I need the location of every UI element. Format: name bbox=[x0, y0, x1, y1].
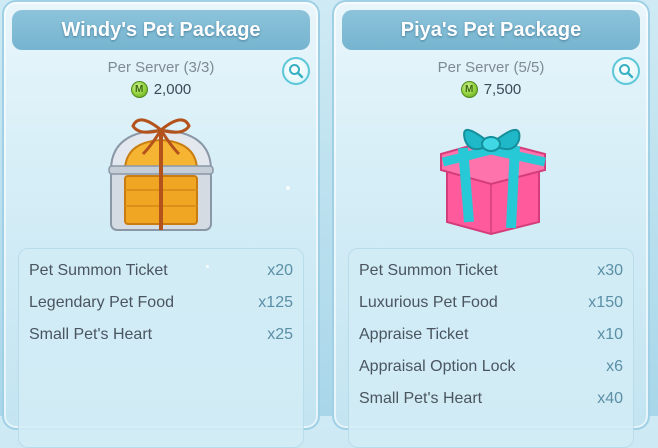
reward-list: Pet Summon Ticket x30 Luxurious Pet Food… bbox=[348, 248, 634, 448]
item-name: Small Pet's Heart bbox=[29, 326, 153, 343]
price: M 2,000 bbox=[4, 81, 318, 98]
item-qty: x40 bbox=[597, 390, 623, 407]
item-name: Legendary Pet Food bbox=[29, 294, 174, 311]
item-name: Pet Summon Ticket bbox=[29, 262, 168, 279]
item-qty: x10 bbox=[597, 326, 623, 343]
price-value: 7,500 bbox=[483, 81, 522, 98]
item-name: Luxurious Pet Food bbox=[359, 294, 498, 311]
list-item: Small Pet's Heart x40 bbox=[349, 383, 633, 415]
item-qty: x25 bbox=[267, 326, 293, 343]
list-item: Luxurious Pet Food x150 bbox=[349, 287, 633, 319]
item-qty: x6 bbox=[606, 358, 623, 375]
price-value: 2,000 bbox=[153, 81, 192, 98]
purchase-limit: Per Server (5/5) bbox=[437, 59, 545, 76]
coin-icon: M bbox=[460, 81, 478, 98]
list-item: Appraise Ticket x10 bbox=[349, 319, 633, 351]
package-title: Windy's Pet Package bbox=[12, 10, 310, 50]
item-name: Appraise Ticket bbox=[359, 326, 469, 343]
gift-box-icon bbox=[429, 110, 553, 236]
list-item: Pet Summon Ticket x30 bbox=[349, 255, 633, 287]
item-name: Pet Summon Ticket bbox=[359, 262, 498, 279]
package-card-piya[interactable]: Piya's Pet Package Per Server (5/5) M 7,… bbox=[332, 0, 650, 448]
package-title: Piya's Pet Package bbox=[342, 10, 640, 50]
item-qty: x125 bbox=[258, 294, 293, 311]
list-item: Pet Summon Ticket x20 bbox=[19, 255, 303, 287]
list-item: Appraisal Option Lock x6 bbox=[349, 351, 633, 383]
zoom-icon[interactable] bbox=[612, 57, 640, 85]
coin-icon: M bbox=[130, 81, 148, 98]
package-card-windy[interactable]: Windy's Pet Package Per Server (3/3) M 2… bbox=[2, 0, 320, 448]
price: M 7,500 bbox=[334, 81, 648, 98]
item-name: Small Pet's Heart bbox=[359, 390, 483, 407]
item-qty: x20 bbox=[267, 262, 293, 279]
sparkle-icon bbox=[206, 265, 209, 268]
sparkle-icon bbox=[286, 186, 290, 190]
treasure-chest-icon bbox=[99, 110, 223, 236]
reward-list: Pet Summon Ticket x20 Legendary Pet Food… bbox=[18, 248, 304, 448]
purchase-limit: Per Server (3/3) bbox=[107, 59, 215, 76]
item-qty: x30 bbox=[597, 262, 623, 279]
item-qty: x150 bbox=[588, 294, 623, 311]
item-name: Appraisal Option Lock bbox=[359, 358, 516, 375]
zoom-icon[interactable] bbox=[282, 57, 310, 85]
list-item: Small Pet's Heart x25 bbox=[19, 319, 303, 351]
list-item: Legendary Pet Food x125 bbox=[19, 287, 303, 319]
